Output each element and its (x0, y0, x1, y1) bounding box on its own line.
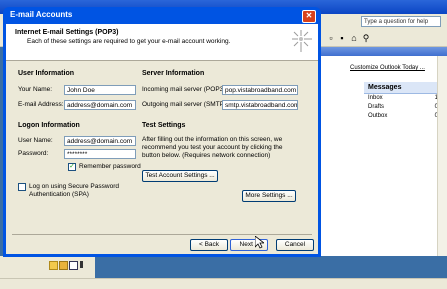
server-information-heading: Server Information (142, 70, 205, 77)
spa-label-line2: Authentication (SPA) (29, 191, 89, 198)
outlook-today-header-bar (315, 47, 447, 56)
settings-wizard-icon (292, 30, 312, 52)
user-information-heading: User Information (18, 70, 75, 77)
dialog-body: Internet E-mail Settings (POP3) Each of … (6, 24, 318, 254)
row-label: Inbox (368, 95, 383, 101)
mouse-cursor-icon (255, 236, 264, 249)
footer-divider (12, 234, 312, 235)
home-icon[interactable]: ⌂ (349, 33, 359, 43)
cancel-button[interactable]: Cancel (276, 239, 314, 251)
dialog-header: Internet E-mail Settings (POP3) Each of … (6, 24, 318, 61)
more-settings-button[interactable]: More Settings ... (242, 190, 296, 202)
user-name-field[interactable]: address@domain.com (64, 136, 136, 146)
messages-row-outbox[interactable]: Outbox 0 (364, 112, 442, 121)
shortcuts-icon[interactable] (69, 261, 78, 270)
your-name-label: Your Name: (18, 86, 53, 93)
row-label: Outbox (368, 113, 388, 119)
messages-panel: Messages Inbox 1 Drafts 0 Outbox 0 (364, 82, 442, 126)
toolbar-icon[interactable]: ▪ (337, 33, 347, 43)
test-settings-description: After filling out the information on thi… (142, 136, 283, 159)
your-name-field[interactable]: John Doe (64, 85, 136, 95)
password-field[interactable]: ******** (64, 149, 136, 159)
incoming-server-label: Incoming mail server (POP3): (142, 86, 228, 93)
folder-list-icon[interactable] (59, 261, 68, 270)
logon-information-heading: Logon Information (18, 122, 80, 129)
help-search-input[interactable]: Type a question for help (361, 16, 441, 27)
user-name-label: User Name: (18, 137, 53, 144)
messages-title: Messages (364, 82, 442, 94)
outgoing-server-label: Outgoing mail server (SMTP): (142, 101, 228, 108)
spa-checkbox[interactable] (18, 183, 26, 191)
outlook-today-pane: Customize Outlook Today ... Messages Inb… (315, 56, 447, 256)
messages-row-inbox[interactable]: Inbox 1 (364, 94, 442, 103)
messages-row-drafts[interactable]: Drafts 0 (364, 103, 442, 112)
incoming-server-field[interactable]: pop.vistabroadband.com (222, 85, 298, 95)
vertical-scrollbar[interactable] (437, 56, 447, 256)
remember-password-checkbox[interactable]: ✓ (68, 163, 76, 171)
password-label: Password: (18, 150, 49, 157)
toolbar-icon[interactable]: ▫ (326, 33, 336, 43)
email-address-label: E-mail Address: (18, 101, 64, 108)
back-button[interactable]: < Back (190, 239, 228, 251)
folder-icon[interactable] (49, 261, 58, 270)
close-button[interactable]: ✕ (302, 10, 316, 23)
remember-password-label: Remember password (79, 163, 141, 170)
test-settings-heading: Test Settings (142, 122, 186, 129)
header-subtitle: Each of these settings are required to g… (27, 38, 231, 45)
customize-outlook-today-link[interactable]: Customize Outlook Today ... (350, 65, 425, 71)
test-account-settings-button[interactable]: Test Account Settings ... (142, 170, 218, 182)
status-bar (0, 278, 447, 289)
search-icon[interactable]: ⚲ (361, 33, 371, 43)
dialog-title: E-mail Accounts (10, 10, 73, 19)
email-accounts-dialog: E-mail Accounts ✕ Internet E-mail Settin… (3, 7, 321, 257)
email-address-field[interactable]: address@domain.com (64, 100, 136, 110)
header-title: Internet E-mail Settings (POP3) (15, 29, 119, 36)
row-label: Drafts (368, 104, 385, 110)
spa-label-line1: Log on using Secure Password (29, 183, 119, 190)
configure-buttons-icon[interactable] (80, 261, 83, 268)
outgoing-server-field[interactable]: smtp.vistabroadband.com (222, 100, 298, 110)
